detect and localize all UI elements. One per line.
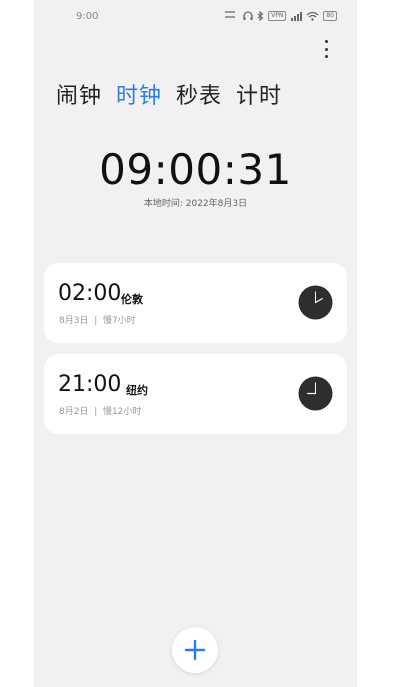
plus-icon — [184, 639, 206, 661]
meta-divider: | — [91, 316, 103, 326]
signal-icon — [290, 11, 303, 21]
city-name: 伦敦 — [121, 293, 143, 306]
city-card-new-york[interactable]: 21:00 纽约 8月2日 | 慢12小时 — [44, 354, 347, 434]
city-time: 02:00 — [58, 281, 122, 306]
status-time: 9:00 — [76, 11, 99, 22]
tab-alarm[interactable]: 闹钟 — [56, 78, 102, 110]
city-name: 纽约 — [126, 384, 148, 397]
tab-clock[interactable]: 时钟 — [116, 78, 162, 110]
local-date: 本地时间: 2022年8月3日 — [143, 199, 248, 209]
tab-stopwatch[interactable]: 秒表 — [176, 78, 222, 110]
city-meta: 8月2日 | 慢12小时 — [59, 404, 141, 417]
city-time: 21:00 — [58, 372, 122, 397]
more-vert-icon[interactable] — [319, 40, 333, 58]
city-card-london[interactable]: 02:00 伦敦 8月3日 | 慢7小时 — [44, 263, 347, 343]
city-offset: 慢7小时 — [102, 316, 136, 326]
battery-icon: 80 — [323, 11, 337, 21]
city-meta: 8月3日 | 慢7小时 — [59, 313, 136, 326]
city-offset: 慢12小时 — [102, 407, 142, 417]
meta-divider: | — [91, 407, 103, 417]
tab-timer[interactable]: 计时 — [236, 78, 282, 110]
status-bar: 9:00 VPN 80 — [34, 0, 357, 30]
city-date: 8月2日 — [59, 407, 89, 417]
headset-icon — [243, 11, 253, 21]
add-city-button[interactable] — [172, 627, 218, 673]
city-date: 8月3日 — [59, 316, 89, 326]
data-speed-icon — [225, 10, 239, 22]
wifi-icon — [306, 11, 319, 21]
vpn-badge: VPN — [268, 11, 287, 21]
tab-bar: 闹钟 时钟 秒表 计时 — [56, 78, 282, 110]
status-icons: VPN 80 — [225, 10, 337, 22]
analog-clock-icon — [298, 376, 333, 411]
analog-clock-icon — [298, 285, 333, 320]
current-time: 09:00:31 — [99, 145, 292, 194]
clock-app-screen: 9:00 VPN 80 闹钟 时钟 秒表 计时 09:00:31 本地时间: 2… — [34, 0, 357, 687]
bluetooth-icon — [257, 11, 264, 21]
